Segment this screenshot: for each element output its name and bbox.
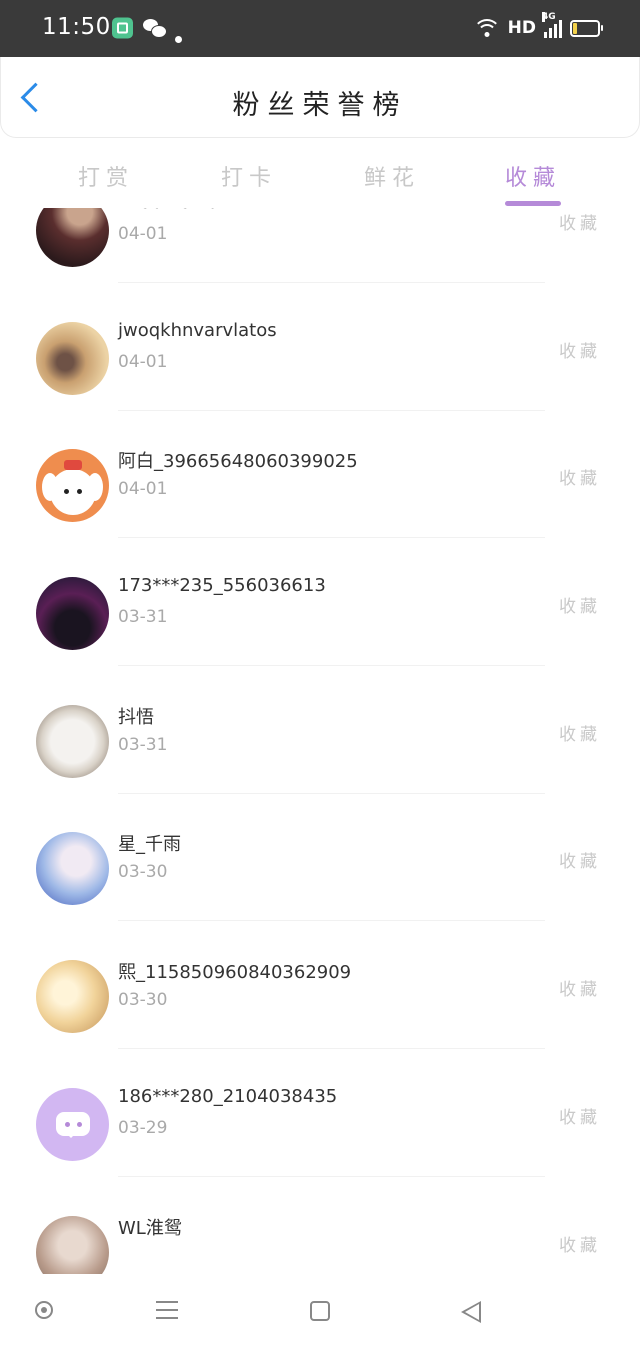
action-label: 收藏 — [559, 342, 601, 362]
action-label: 收藏 — [559, 214, 601, 234]
top-bar: 粉丝荣誉榜 — [0, 57, 640, 138]
action-label: 收藏 — [559, 1108, 601, 1128]
action-label: 收藏 — [559, 980, 601, 1000]
user-name: 阿白_39665648060399025 — [118, 451, 358, 472]
user-name: 熙_115850960840362909 — [118, 962, 352, 983]
avatar — [36, 577, 109, 650]
signal-type-label: 4G — [542, 12, 556, 22]
user-name: 星_千雨 — [118, 834, 181, 855]
avatar — [36, 960, 109, 1033]
tab-checkin[interactable]: 打卡 — [199, 160, 299, 192]
action-label: 收藏 — [559, 469, 601, 489]
activity-date: 03-30 — [118, 990, 168, 1010]
menu-button-icon[interactable] — [156, 1301, 178, 1319]
avatar — [36, 1088, 109, 1161]
list-item[interactable]: 186***280_2104038435 03-29 收藏 — [0, 1049, 640, 1177]
list-item[interactable]: WL淮鸳 收藏 — [0, 1177, 640, 1274]
page-title: 粉丝荣誉榜 — [232, 90, 408, 121]
wifi-icon — [472, 18, 501, 38]
tab-bar: 打赏 打卡 鲜花 收藏 — [0, 148, 640, 208]
avatar — [36, 208, 109, 267]
activity-date: 03-29 — [118, 1118, 168, 1138]
activity-date: 04-01 — [118, 479, 168, 499]
status-time: 11:50 — [42, 14, 111, 40]
user-name: jwoqkhnvarvlatos — [118, 320, 277, 341]
chat-bubble-icon — [56, 1112, 90, 1138]
activity-date: 04-01 — [118, 224, 168, 244]
action-label: 收藏 — [559, 725, 601, 745]
wechat-icon — [143, 19, 167, 38]
tab-favorites[interactable]: 收藏 — [483, 160, 583, 192]
avatar — [36, 1216, 109, 1274]
status-bar: 11:50 HD 4G — [0, 0, 640, 57]
tab-flowers[interactable]: 鲜花 — [342, 160, 442, 192]
system-nav-bar — [0, 1274, 640, 1351]
user-name: 抖悟 — [118, 707, 154, 728]
user-name: WL淮鸳 — [118, 1218, 182, 1239]
action-label: 收藏 — [559, 597, 601, 617]
activity-date: 03-30 — [118, 862, 168, 882]
battery-icon — [570, 19, 603, 37]
action-label: 收藏 — [559, 852, 601, 872]
activity-date: 03-31 — [118, 607, 168, 627]
user-name: miaumaviu — [118, 208, 219, 213]
avatar — [36, 832, 109, 905]
fan-list: miaumaviu 04-01 收藏 jwoqkhnvarvlatos 04-0… — [0, 208, 640, 1274]
list-item[interactable]: 熙_115850960840362909 03-30 收藏 — [0, 921, 640, 1049]
more-notifications-dot-icon — [175, 36, 182, 43]
user-name: 173***235_556036613 — [118, 575, 326, 596]
list-item[interactable]: 星_千雨 03-30 收藏 — [0, 793, 640, 921]
user-name: 186***280_2104038435 — [118, 1086, 338, 1107]
list-item[interactable]: 173***235_556036613 03-31 收藏 — [0, 538, 640, 666]
action-label: 收藏 — [559, 1236, 601, 1256]
hd-indicator: HD — [507, 18, 536, 38]
avatar — [36, 449, 109, 522]
tab-reward[interactable]: 打赏 — [56, 160, 156, 192]
cellular-signal-icon: 4G — [542, 12, 562, 38]
avatar — [36, 322, 109, 395]
system-back-icon[interactable] — [461, 1301, 481, 1323]
activity-date: 04-01 — [118, 352, 168, 372]
assistant-button-icon[interactable] — [35, 1301, 53, 1319]
avatar — [36, 705, 109, 778]
list-item[interactable]: miaumaviu 04-01 收藏 — [0, 208, 640, 283]
activity-date: 03-31 — [118, 735, 168, 755]
list-item[interactable]: jwoqkhnvarvlatos 04-01 收藏 — [0, 283, 640, 411]
active-tab-indicator — [505, 201, 561, 206]
list-item[interactable]: 抖悟 03-31 收藏 — [0, 666, 640, 794]
home-button-icon[interactable] — [310, 1301, 330, 1321]
app-notification-icon — [112, 17, 133, 39]
list-item[interactable]: 阿白_39665648060399025 04-01 收藏 — [0, 410, 640, 538]
